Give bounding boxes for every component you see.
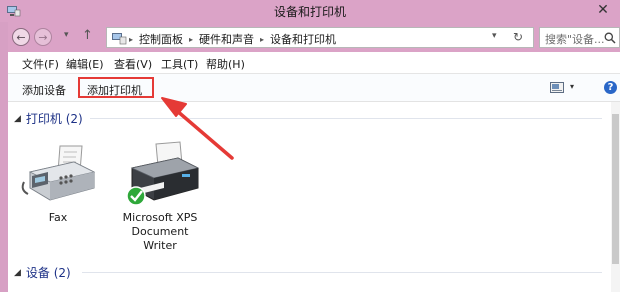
menu-help[interactable]: 帮助(H)	[206, 56, 245, 72]
menu-tools[interactable]: 工具(T)	[161, 56, 198, 72]
refresh-button[interactable]: ↻	[513, 30, 523, 44]
menu-view[interactable]: 查看(V)	[114, 56, 152, 72]
chevron-right-icon[interactable]: ▸	[260, 35, 264, 44]
scrollbar-thumb[interactable]	[612, 114, 619, 264]
device-label: Microsoft XPS Document Writer	[118, 211, 202, 253]
devices-view: ◢ 打印机 (2) Fax Microsoft XPS Document Wri…	[8, 102, 610, 292]
up-button[interactable]: ↑	[82, 28, 93, 43]
address-bar[interactable]: ▸ 控制面板 ▸ 硬件和声音 ▸ 设备和打印机 ▾ ↻	[106, 27, 534, 48]
explorer-content: 文件(F) 编辑(E) 查看(V) 工具(T) 帮助(H) 添加设备 添加打印机…	[8, 52, 620, 292]
view-options-icon[interactable]	[550, 82, 564, 93]
search-icon	[604, 32, 616, 44]
breadcrumb-item[interactable]: 硬件和声音	[199, 31, 254, 47]
add-device-button[interactable]: 添加设备	[22, 82, 66, 98]
close-button[interactable]: ✕	[588, 0, 618, 20]
menu-edit[interactable]: 编辑(E)	[66, 56, 104, 72]
device-label-line: Writer	[143, 239, 177, 252]
window-title: 设备和打印机	[273, 5, 346, 19]
collapse-caret-icon: ◢	[14, 267, 21, 278]
xps-printer-icon	[126, 141, 200, 206]
menu-file[interactable]: 文件(F)	[22, 56, 59, 72]
forward-arrow-icon: →	[38, 30, 48, 44]
group-header-devices[interactable]: ◢ 设备 (2)	[14, 264, 71, 281]
menu-bar: 文件(F) 编辑(E) 查看(V) 工具(T) 帮助(H)	[8, 52, 620, 74]
forward-button[interactable]: →	[34, 28, 52, 46]
group-divider	[90, 118, 602, 119]
collapse-caret-icon: ◢	[14, 113, 21, 124]
device-item[interactable]: Fax	[16, 138, 100, 225]
navigation-bar: ← → ▾ ↑ ▸ 控制面板 ▸ 硬件和声音 ▸ 设备和打印机 ▾ ↻ 搜索"设…	[8, 22, 620, 52]
recent-locations-button[interactable]: ▾	[64, 30, 69, 40]
back-button[interactable]: ←	[12, 28, 30, 46]
breadcrumb: ▸ 控制面板 ▸ 硬件和声音 ▸ 设备和打印机	[129, 31, 336, 47]
command-bar: 添加设备 添加打印机 ▾ ?	[8, 74, 620, 102]
back-arrow-icon: ←	[16, 30, 26, 44]
vertical-scrollbar[interactable]	[611, 102, 620, 292]
device-label-line: Document	[131, 225, 189, 238]
group-title: 设备 (2)	[25, 266, 71, 280]
search-input[interactable]: 搜索"设备...	[539, 27, 620, 48]
search-placeholder: 搜索"设备...	[545, 33, 605, 46]
device-label: Fax	[48, 211, 68, 224]
address-dropdown-button[interactable]: ▾	[492, 31, 497, 41]
group-header-printers[interactable]: ◢ 打印机 (2)	[14, 110, 83, 127]
help-button[interactable]: ?	[604, 81, 617, 94]
chevron-right-icon[interactable]: ▸	[189, 35, 193, 44]
device-item[interactable]: Microsoft XPS Document Writer	[118, 138, 202, 253]
device-label-line: Microsoft XPS	[122, 211, 198, 224]
breadcrumb-item[interactable]: 设备和打印机	[270, 31, 336, 47]
title-bar: 设备和打印机 ✕	[0, 0, 620, 22]
add-printer-button[interactable]: 添加打印机	[87, 82, 142, 98]
view-dropdown-button[interactable]: ▾	[570, 82, 574, 91]
chevron-right-icon[interactable]: ▸	[129, 35, 133, 44]
explorer-window: 设备和打印机 ✕ ← → ▾ ↑ ▸ 控制面板 ▸ 硬件和声音 ▸ 设备和打印机…	[0, 0, 620, 292]
close-icon: ✕	[597, 2, 609, 18]
devices-printers-icon	[112, 33, 127, 45]
help-icon: ?	[607, 82, 614, 93]
fax-printer-icon	[21, 145, 96, 201]
group-divider	[82, 272, 602, 273]
group-title: 打印机 (2)	[25, 112, 83, 126]
breadcrumb-item[interactable]: 控制面板	[139, 31, 183, 47]
